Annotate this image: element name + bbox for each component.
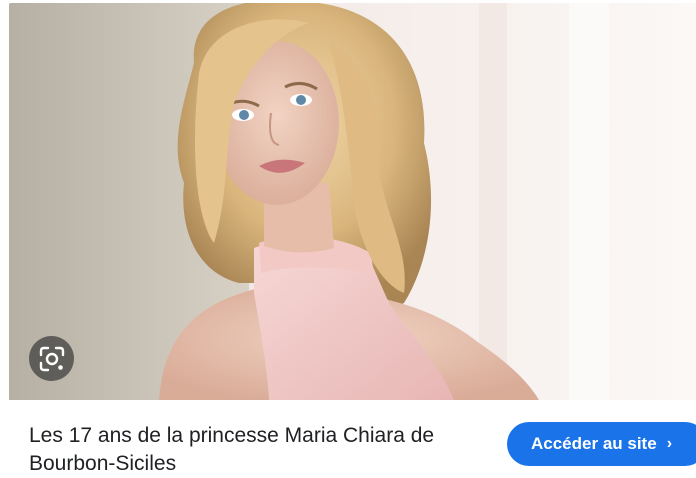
visit-site-button[interactable]: Accéder au site › (507, 422, 696, 466)
photo-illustration (9, 3, 696, 400)
google-lens-icon (39, 346, 64, 371)
visit-site-label: Accéder au site (531, 434, 657, 453)
page-margin (0, 0, 9, 468)
result-title[interactable]: Les 17 ans de la princesse Maria Chiara … (29, 422, 499, 478)
result-photo[interactable] (9, 3, 696, 400)
google-lens-button[interactable] (29, 336, 74, 381)
chevron-right-icon: › (666, 435, 673, 452)
